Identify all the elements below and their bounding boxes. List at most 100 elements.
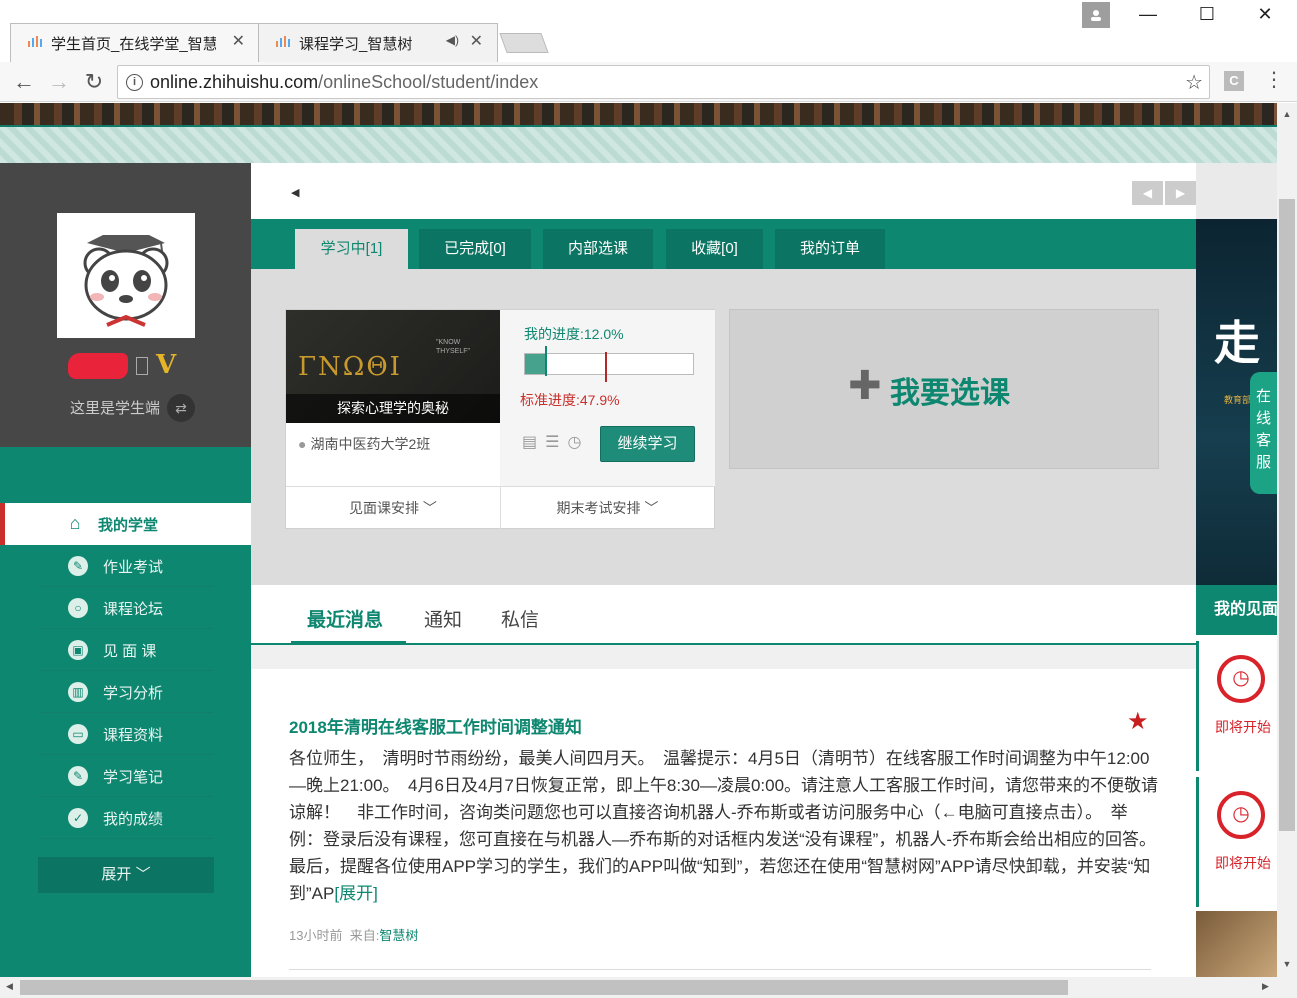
user-profile-icon[interactable]: [1082, 2, 1110, 28]
screen-icon: ▣: [68, 640, 88, 660]
scroll-left-icon[interactable]: ◀: [6, 981, 13, 992]
notice-prev-button[interactable]: ◀: [1132, 181, 1163, 205]
sidebar-item-label: 我的学堂: [98, 517, 159, 534]
window-close-button[interactable]: ✕: [1245, 4, 1285, 25]
minimize-button[interactable]: —: [1128, 4, 1168, 25]
online-service-button[interactable]: 在线客服: [1250, 372, 1277, 494]
course-class: ● 湖南中医药大学2班: [298, 436, 431, 452]
tab-close-icon[interactable]: ✕: [470, 31, 483, 51]
site-favicon-icon: [275, 35, 293, 49]
header-banner-image: [0, 103, 1277, 125]
vip-badge: V: [156, 350, 177, 380]
starting-soon-label: 即将开始: [1215, 719, 1271, 735]
browser-tab-student-home[interactable]: 学生首页_在线学堂_智慧 ✕: [10, 23, 260, 63]
sidebar-item-label: 作业考试: [103, 559, 164, 576]
sidebar-item-label: 课程资料: [103, 727, 164, 744]
sidebar-item-my-school[interactable]: ⌂ 我的学堂: [0, 503, 251, 545]
bookmark-star-icon[interactable]: ☆: [1185, 70, 1203, 95]
scroll-right-icon[interactable]: ▶: [1262, 981, 1269, 992]
standard-progress-marker: [605, 352, 608, 382]
new-tab-button[interactable]: [499, 33, 549, 53]
vertical-scroll-thumb[interactable]: [1279, 199, 1295, 831]
course-tool-icons[interactable]: ▤☰◷: [522, 432, 589, 452]
message-title[interactable]: 2018年清明在线客服工作时间调整通知: [289, 713, 582, 738]
alarm-clock-icon: ◷: [1217, 655, 1265, 703]
scroll-up-icon[interactable]: ▲: [1277, 109, 1297, 119]
tab-recent-messages[interactable]: 最近消息: [307, 605, 383, 632]
maximize-button[interactable]: ☐: [1187, 4, 1227, 25]
speaker-icon: ◀: [291, 187, 300, 199]
message-source-link[interactable]: 智慧树: [379, 928, 418, 943]
tab-close-icon[interactable]: ✕: [232, 31, 245, 51]
notice-bar: ◀ ◀ ▶: [251, 163, 1196, 219]
right-column: 走 教育部委托 我的见面 ◷ 即将开始 ◷ 即将开始: [1196, 219, 1277, 977]
avatar[interactable]: [57, 213, 195, 338]
message-meta: 13小时前 来自:智慧树: [289, 928, 419, 943]
tab-notifications[interactable]: 通知: [424, 605, 462, 632]
profile-panel: V 这里是学生端 ⇄: [0, 163, 251, 447]
ad-headline: 走: [1214, 317, 1260, 369]
switch-role-icon[interactable]: ⇄: [167, 394, 195, 422]
address-bar[interactable]: i online.zhihuishu.com/onlineSchool/stud…: [117, 65, 1210, 99]
pen-icon: ✎: [68, 556, 88, 576]
home-icon: ⌂: [69, 513, 81, 533]
exam-schedule-dropdown[interactable]: 期末考试安排 ﹀: [500, 486, 715, 530]
course-area: ΓΝΩΘΙ "KNOW THYSELF" 探索心理学的奥秘 ● 湖南中医药大学2班…: [251, 269, 1196, 585]
page-viewport: V 这里是学生端 ⇄ ⌂ 我的学堂 ✎ 作业考试 ○ 课程论坛 ▣ 见 面 课: [0, 103, 1277, 977]
meeting-card[interactable]: ◷ 即将开始: [1196, 641, 1277, 771]
sidebar-item-notes[interactable]: ✎ 学习笔记: [38, 755, 213, 797]
vertical-scrollbar[interactable]: ▲ ▼: [1277, 103, 1297, 977]
course-title[interactable]: 探索心理学的奥秘: [286, 394, 500, 423]
student-name: V: [68, 350, 208, 383]
tab-internal-courses[interactable]: 内部选课: [543, 229, 653, 269]
reload-button[interactable]: ↻: [80, 68, 108, 96]
sidebar-item-analysis[interactable]: ▥ 学习分析: [38, 671, 213, 713]
expand-link[interactable]: [展开]: [334, 884, 377, 903]
back-button[interactable]: ←: [10, 68, 38, 96]
browser-toolbar: ← → ↻ i online.zhihuishu.com/onlineSchoo…: [0, 62, 1297, 102]
sidebar-item-meeting[interactable]: ▣ 见 面 课: [38, 629, 213, 671]
sidebar-item-homework[interactable]: ✎ 作业考试: [38, 545, 213, 587]
role-label: 这里是学生端: [70, 400, 161, 417]
chart-icon: ▥: [68, 682, 88, 702]
sidebar-item-forum[interactable]: ○ 课程论坛: [38, 587, 213, 629]
chat-bubble-icon: ●: [298, 436, 307, 452]
horizontal-scrollbar[interactable]: ◀ ▶: [0, 977, 1297, 998]
my-meeting-header: 我的见面: [1196, 585, 1277, 635]
browser-tab-course-study[interactable]: 课程学习_智慧树 ◀) ✕: [258, 23, 498, 63]
course-card: ΓΝΩΘΙ "KNOW THYSELF" 探索心理学的奥秘 ● 湖南中医药大学2班…: [285, 309, 715, 530]
sidebar-item-materials[interactable]: ▭ 课程资料: [38, 713, 213, 755]
sidebar-expand-button[interactable]: 展开 ﹀: [38, 857, 214, 893]
choose-course-button[interactable]: ✚ 我要选课: [729, 309, 1159, 469]
tab-favorites[interactable]: 收藏[0]: [666, 229, 763, 269]
tab-title: 学生首页_在线学堂_智慧: [51, 36, 216, 53]
sidebar-item-label: 学习分析: [103, 685, 164, 702]
continue-study-button[interactable]: 继续学习: [600, 426, 695, 462]
tab-my-orders[interactable]: 我的订单: [775, 229, 885, 269]
message-tabs: 最近消息 通知 私信: [251, 585, 1196, 645]
my-progress-label: 我的进度:12.0%: [524, 326, 624, 342]
progress-panel: 我的进度:12.0% 标准进度:47.9% ▤☰◷ 继续学习: [500, 310, 715, 486]
alarm-clock-icon: ◷: [1217, 791, 1265, 839]
meeting-card[interactable]: ◷ 即将开始: [1196, 777, 1277, 907]
url-text: online.zhihuishu.com/onlineSchool/studen…: [150, 72, 539, 92]
gender-icon: [136, 357, 148, 375]
tab-private-messages[interactable]: 私信: [501, 605, 539, 632]
browser-menu-icon[interactable]: ⋮: [1264, 66, 1284, 94]
scroll-down-icon[interactable]: ▼: [1277, 959, 1297, 969]
site-info-icon[interactable]: i: [126, 74, 143, 91]
tab-studying[interactable]: 学习中[1]: [295, 229, 408, 269]
tab-completed[interactable]: 已完成[0]: [419, 229, 531, 269]
horizontal-scroll-thumb[interactable]: [20, 980, 1068, 995]
forward-button[interactable]: →: [45, 68, 73, 96]
course-thumbnail[interactable]: ΓΝΩΘΙ "KNOW THYSELF" 探索心理学的奥秘: [286, 310, 500, 423]
left-sidebar: V 这里是学生端 ⇄ ⌂ 我的学堂 ✎ 作业考试 ○ 课程论坛 ▣ 见 面 课: [0, 163, 251, 977]
audio-playing-icon[interactable]: ◀): [446, 33, 459, 47]
my-progress-marker: [545, 346, 548, 376]
star-icon[interactable]: ★: [1127, 707, 1149, 736]
extension-icon[interactable]: C: [1224, 71, 1244, 91]
sidebar-item-grades[interactable]: ✓ 我的成绩: [38, 797, 213, 839]
meeting-schedule-dropdown[interactable]: 见面课安排 ﹀: [286, 486, 501, 530]
notice-next-button[interactable]: ▶: [1165, 181, 1196, 205]
chat-icon: ○: [68, 598, 88, 618]
